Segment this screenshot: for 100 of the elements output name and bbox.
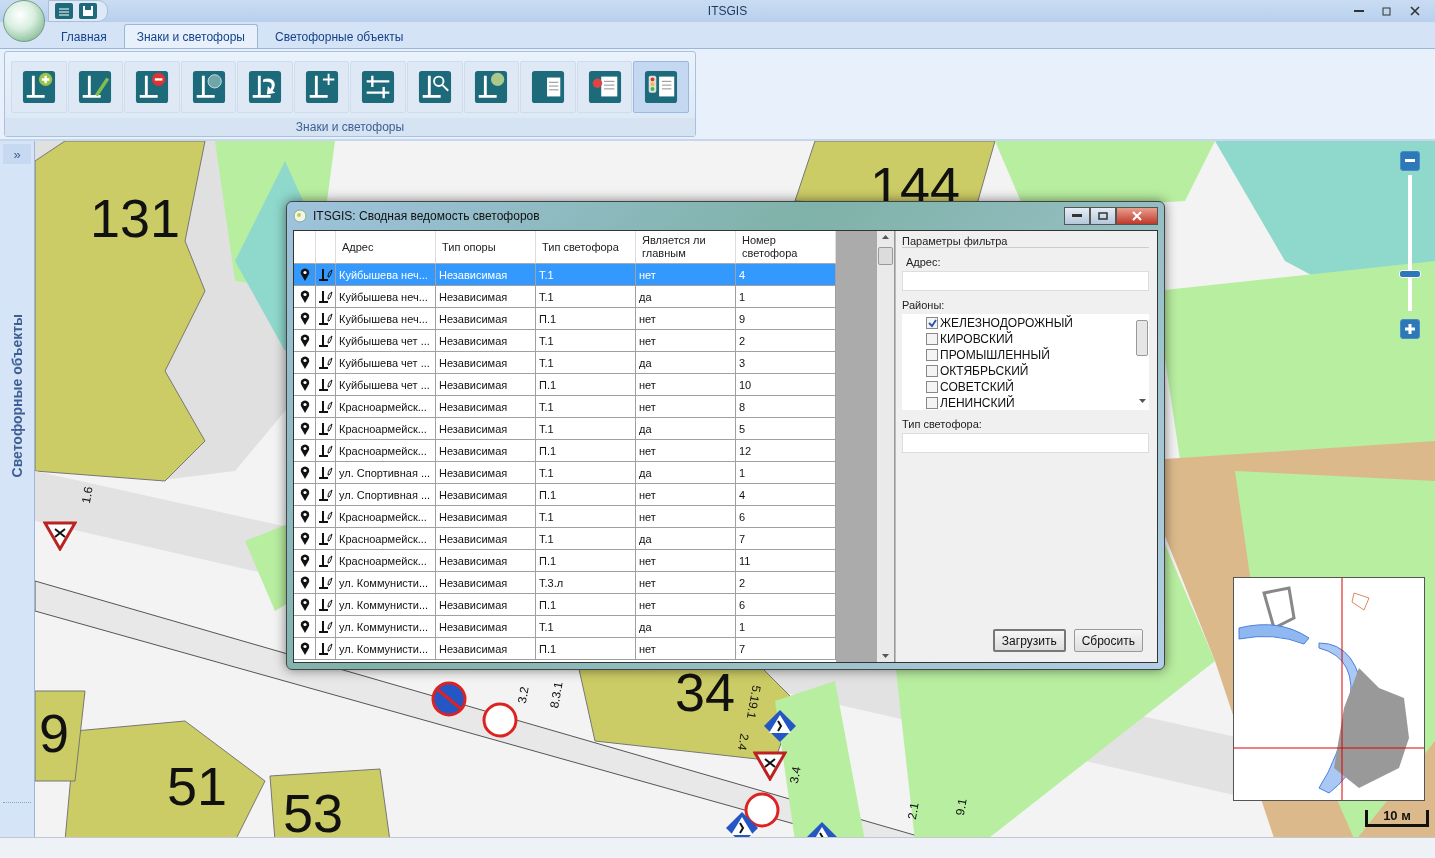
table-cell: Независимая: [436, 418, 536, 440]
warning-sign-icon: [753, 751, 787, 781]
sidebar-title[interactable]: Светофорные объекты: [9, 314, 25, 478]
toolbar-button[interactable]: [11, 61, 67, 113]
checkbox[interactable]: [926, 333, 938, 345]
turn-pole-icon: [248, 70, 283, 104]
table-cell: 1: [736, 286, 836, 308]
pole-icon: [318, 488, 333, 501]
table-cell: нет: [636, 484, 736, 506]
toolbar-button[interactable]: [576, 61, 633, 113]
pole-icon: [318, 642, 333, 655]
table-cell: 10: [736, 374, 836, 396]
column-header[interactable]: Является ли главным: [636, 231, 736, 264]
toolbar-button[interactable]: [124, 61, 180, 113]
scroll-down-icon[interactable]: [1138, 399, 1146, 403]
table-cell: нет: [636, 572, 736, 594]
district-checkbox[interactable]: КИРОВСКИЙ: [926, 331, 1135, 347]
building-number: 131: [90, 191, 181, 245]
signal-type-input[interactable]: [902, 433, 1149, 453]
map-pin-icon: [299, 576, 310, 589]
dialog-button[interactable]: Сбросить: [1073, 629, 1143, 652]
ribbon-tab[interactable]: Светофорные объекты: [261, 24, 417, 48]
scroll-down-icon[interactable]: [882, 654, 889, 658]
district-checkbox[interactable]: ЛЕНИНСКИЙ: [926, 395, 1135, 411]
dialog-title: ITSGIS: Сводная ведомость светофоров: [313, 209, 540, 223]
checkbox[interactable]: [926, 397, 938, 409]
vertical-scrollbar[interactable]: [877, 231, 894, 662]
ribbon-tab[interactable]: Знаки и светофоры: [123, 24, 258, 48]
column-header[interactable]: Тип светофора: [536, 231, 636, 264]
toolbar-button[interactable]: [407, 61, 463, 113]
minimize-icon: [1354, 10, 1364, 12]
zoom-out-button[interactable]: [1400, 151, 1420, 171]
table-cell: Независимая: [436, 506, 536, 528]
scrollbar-thumb[interactable]: [1136, 320, 1148, 356]
address-input[interactable]: [902, 271, 1149, 291]
district-checkbox[interactable]: ОКТЯБРЬСКИЙ: [926, 363, 1135, 379]
table-cell: П.1: [536, 440, 636, 462]
minimize-button[interactable]: [1064, 207, 1090, 225]
checkbox[interactable]: [926, 349, 938, 361]
remove-pole-icon: [134, 70, 169, 104]
app-logo-icon[interactable]: [3, 0, 45, 42]
district-checkbox[interactable]: ПРОМЫШЛЕННЫЙ: [926, 347, 1135, 363]
maximize-button[interactable]: [1090, 207, 1116, 225]
pole-icon: [318, 598, 333, 611]
ribbon-tab[interactable]: Главная: [48, 24, 120, 48]
table-cell: нет: [636, 330, 736, 352]
expand-button[interactable]: »: [3, 144, 31, 164]
table-cell: да: [636, 418, 736, 440]
toolbar-button[interactable]: [520, 61, 576, 113]
table-cell: П.1: [536, 484, 636, 506]
column-header[interactable]: Номер светофора: [736, 231, 836, 264]
table-cell: 2: [736, 330, 836, 352]
map-pin-icon: [299, 444, 310, 457]
scroll-up-icon[interactable]: [882, 235, 889, 239]
toolbar-button[interactable]: [180, 61, 237, 113]
column-header[interactable]: Тип опоры: [436, 231, 536, 264]
sign-code-label: 2.4: [736, 732, 751, 752]
table-cell: Независимая: [436, 550, 536, 572]
map-pin-icon: [299, 510, 310, 523]
close-icon: [1410, 6, 1420, 16]
table-cell: Независимая: [436, 264, 536, 286]
prohibition-sign-icon: [481, 701, 519, 739]
toolbar-button[interactable]: [293, 61, 350, 113]
table-cell: Т.1: [536, 264, 636, 286]
district-checkbox[interactable]: ЖЕЛЕЗНОДОРОЖНЫЙ: [926, 315, 1135, 331]
toolbar-button[interactable]: [633, 61, 689, 113]
search-pole-icon: [417, 70, 452, 104]
layers-button[interactable]: [55, 3, 73, 19]
swap-icon: [361, 70, 396, 104]
pole-icon: [318, 532, 333, 545]
zoom-in-button[interactable]: [1400, 319, 1420, 339]
sign-code-label: 5.19.1: [744, 684, 763, 720]
save-button[interactable]: [79, 3, 97, 19]
traffic-light-document-icon: [644, 70, 679, 104]
table-cell: нет: [636, 264, 736, 286]
column-header[interactable]: Адрес: [336, 231, 436, 264]
map-pin-icon: [299, 312, 310, 325]
blank-header-cell: [316, 231, 336, 264]
toolbar-button[interactable]: [350, 61, 407, 113]
map-pin-icon: [299, 554, 310, 567]
pole-icon: [318, 422, 333, 435]
district-checkbox[interactable]: СОВЕТСКИЙ: [926, 379, 1135, 395]
window-title: ITSGIS: [707, 4, 748, 18]
table-cell: Т.1: [536, 528, 636, 550]
minus-icon: [1405, 159, 1415, 163]
toolbar-button[interactable]: [67, 61, 124, 113]
toolbar-button[interactable]: [237, 61, 293, 113]
dialog-button[interactable]: Загрузить: [992, 629, 1066, 652]
checkbox[interactable]: [926, 365, 938, 377]
overview-map-drawing[interactable]: [1233, 577, 1425, 801]
close-button[interactable]: [1116, 207, 1158, 225]
scrollbar-thumb[interactable]: [878, 247, 893, 265]
edit-pole-icon: [78, 70, 113, 104]
checkbox[interactable]: [926, 317, 938, 329]
checkbox[interactable]: [926, 381, 938, 393]
building-number: 53: [283, 786, 344, 837]
toolbar-button[interactable]: [463, 61, 520, 113]
zoom-slider-thumb[interactable]: [1399, 270, 1421, 279]
table-cell: Независимая: [436, 572, 536, 594]
table-cell: П.1: [536, 594, 636, 616]
